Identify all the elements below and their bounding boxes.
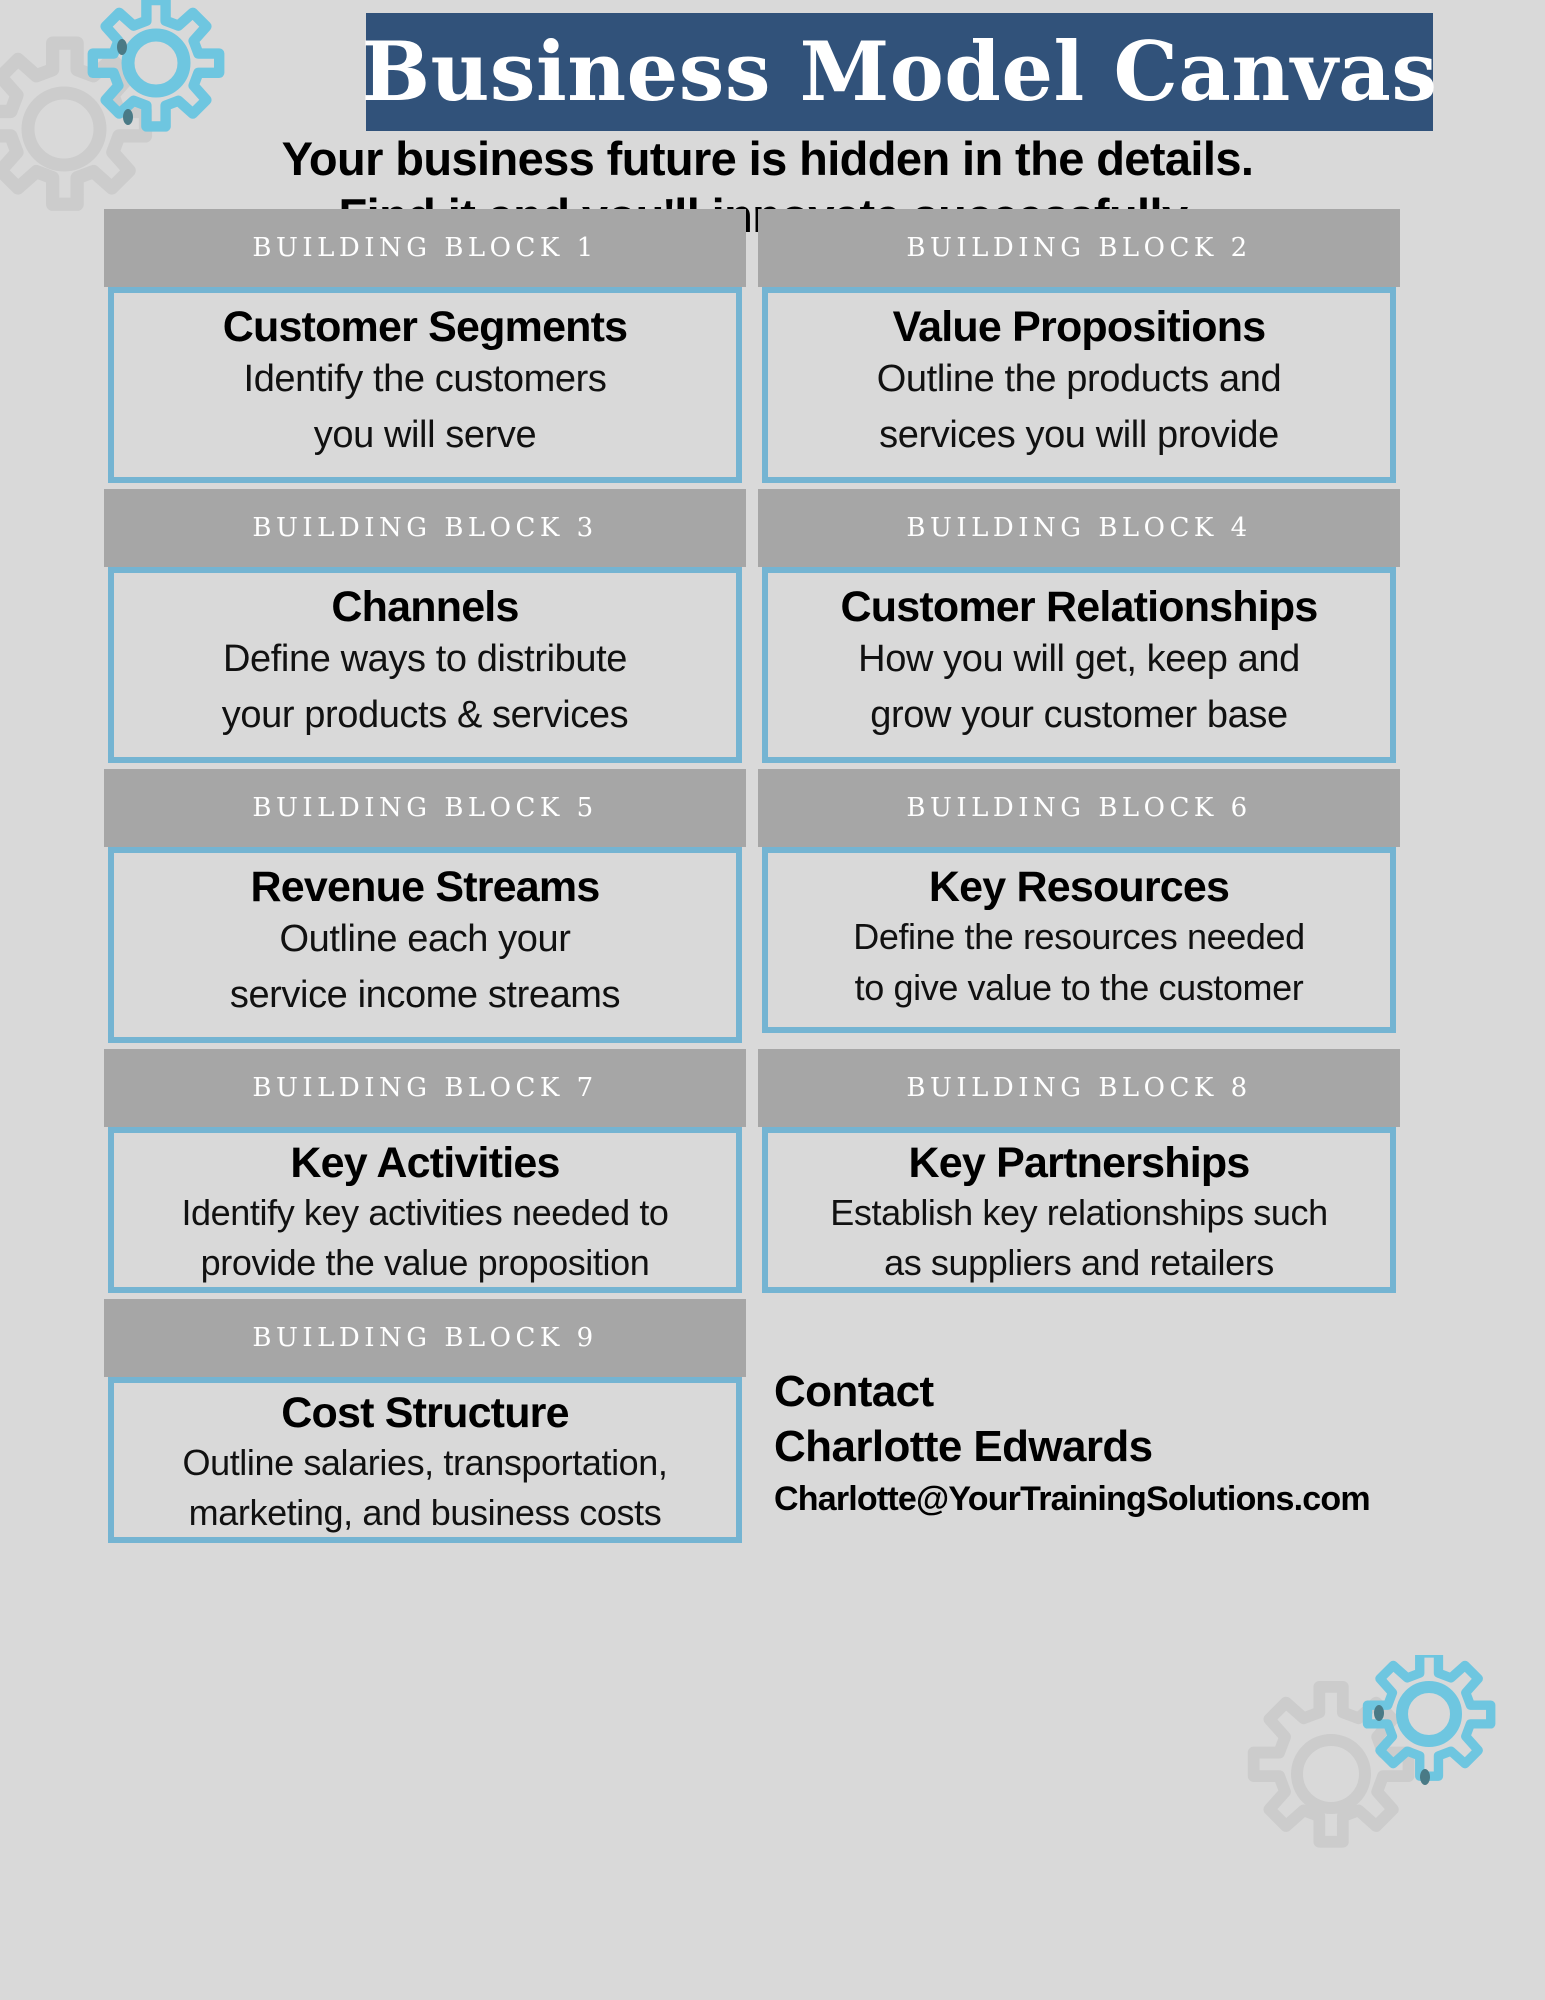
block-1-desc-line-2: you will serve — [313, 414, 537, 457]
block-6-desc-line-2: to give value to the customer — [854, 967, 1304, 1009]
business-model-canvas-grid: BUILDING BLOCK 1 Customer Segments Ident… — [104, 209, 1401, 1544]
block-2-header: BUILDING BLOCK 2 — [758, 209, 1400, 287]
block-2-body: Value Propositions Outline the products … — [762, 287, 1396, 484]
building-block-4[interactable]: BUILDING BLOCK 4 Customer Relationships … — [758, 489, 1400, 764]
building-block-2[interactable]: BUILDING BLOCK 2 Value Propositions Outl… — [758, 209, 1400, 484]
canvas-row-3: BUILDING BLOCK 5 Revenue Streams Outline… — [104, 769, 1401, 1044]
block-1-body: Customer Segments Identify the customers… — [108, 287, 742, 484]
block-4-title: Customer Relationships — [840, 583, 1319, 632]
block-3-desc-line-2: your products & services — [221, 694, 629, 737]
building-block-1[interactable]: BUILDING BLOCK 1 Customer Segments Ident… — [104, 209, 746, 484]
canvas-row-2: BUILDING BLOCK 3 Channels Define ways to… — [104, 489, 1401, 764]
block-3-eyebrow: BUILDING BLOCK 3 — [252, 513, 598, 544]
canvas-row-5: BUILDING BLOCK 9 Cost Structure Outline … — [104, 1299, 1401, 1544]
block-7-header: BUILDING BLOCK 7 — [104, 1049, 746, 1128]
block-9-body: Cost Structure Outline salaries, transpo… — [108, 1377, 742, 1544]
block-4-eyebrow: BUILDING BLOCK 4 — [906, 513, 1252, 544]
canvas-row-4: BUILDING BLOCK 7 Key Activities Identify… — [104, 1049, 1401, 1294]
block-2-title: Value Propositions — [892, 303, 1266, 351]
block-8-header: BUILDING BLOCK 8 — [758, 1049, 1400, 1128]
block-6-header: BUILDING BLOCK 6 — [758, 769, 1400, 848]
building-block-7[interactable]: BUILDING BLOCK 7 Key Activities Identify… — [104, 1049, 746, 1294]
block-1-header: BUILDING BLOCK 1 — [104, 209, 746, 287]
page-title-banner: Business Model Canvas — [362, 13, 1437, 131]
page-header: Business Model Canvas Your business futu… — [0, 0, 1545, 242]
block-6-desc-line-1: Define the resources needed — [853, 916, 1305, 958]
block-5-body: Revenue Streams Outline each your servic… — [108, 847, 742, 1044]
block-5-title: Revenue Streams — [250, 863, 601, 912]
subtitle-line-1: Your business future is hidden in the de… — [281, 132, 1254, 185]
block-1-desc-line-1: Identify the customers — [243, 358, 607, 401]
block-4-header: BUILDING BLOCK 4 — [758, 489, 1400, 568]
block-2-desc-line-2: services you will provide — [879, 414, 1279, 457]
block-9-desc-line-1: Outline salaries, transportation, — [182, 1442, 668, 1484]
block-6-title: Key Resources — [928, 863, 1230, 912]
block-5-desc-line-1: Outline each your — [279, 918, 571, 961]
block-4-desc-line-1: How you will get, keep and — [858, 638, 1300, 681]
block-1-title: Customer Segments — [222, 303, 628, 351]
block-4-body: Customer Relationships How you will get,… — [762, 567, 1396, 764]
block-8-desc-line-1: Establish key relationships such — [830, 1192, 1328, 1234]
block-8-eyebrow: BUILDING BLOCK 8 — [906, 1073, 1252, 1104]
contact-name: Charlotte Edwards — [774, 1421, 1153, 1471]
block-8-desc-line-2: as suppliers and retailers — [884, 1241, 1274, 1283]
building-block-9[interactable]: BUILDING BLOCK 9 Cost Structure Outline … — [104, 1299, 746, 1544]
block-3-desc-line-1: Define ways to distribute — [223, 638, 627, 681]
canvas-row-1: BUILDING BLOCK 1 Customer Segments Ident… — [104, 209, 1401, 484]
block-4-desc-line-2: grow your customer base — [870, 694, 1288, 737]
block-5-eyebrow: BUILDING BLOCK 5 — [252, 793, 598, 824]
block-5-header: BUILDING BLOCK 5 — [104, 769, 746, 848]
block-6-eyebrow: BUILDING BLOCK 6 — [906, 793, 1252, 824]
block-6-body: Key Resources Define the resources neede… — [762, 847, 1396, 1034]
contact-panel: Contact Charlotte Edwards Charlotte@Your… — [758, 1299, 1400, 1543]
block-5-desc-line-2: service income streams — [229, 974, 621, 1017]
block-7-title: Key Activities — [290, 1139, 560, 1188]
block-9-desc-line-2: marketing, and business costs — [188, 1491, 662, 1533]
block-2-desc-line-1: Outline the products and — [876, 358, 1282, 401]
block-8-title: Key Partnerships — [908, 1139, 1251, 1188]
building-block-3[interactable]: BUILDING BLOCK 3 Channels Define ways to… — [104, 489, 746, 764]
building-block-8[interactable]: BUILDING BLOCK 8 Key Partnerships Establ… — [758, 1049, 1400, 1294]
contact-email[interactable]: Charlotte@YourTrainingSolutions.com — [774, 1474, 1400, 1525]
block-8-body: Key Partnerships Establish key relations… — [762, 1127, 1396, 1294]
block-3-body: Channels Define ways to distribute your … — [108, 567, 742, 764]
building-block-6[interactable]: BUILDING BLOCK 6 Key Resources Define th… — [758, 769, 1400, 1043]
block-9-title: Cost Structure — [281, 1389, 569, 1438]
page-title: Business Model Canvas — [361, 24, 1438, 120]
block-7-desc-line-1: Identify key activities needed to — [181, 1192, 669, 1234]
block-3-header: BUILDING BLOCK 3 — [104, 489, 746, 568]
contact-heading: Contact — [774, 1367, 934, 1417]
block-7-desc-line-2: provide the value proposition — [200, 1241, 650, 1283]
block-2-eyebrow: BUILDING BLOCK 2 — [906, 233, 1252, 263]
block-3-title: Channels — [331, 583, 519, 632]
block-7-body: Key Activities Identify key activities n… — [108, 1127, 742, 1294]
gears-icon-bottom-right — [1240, 1648, 1530, 1870]
block-9-eyebrow: BUILDING BLOCK 9 — [252, 1323, 598, 1354]
block-1-eyebrow: BUILDING BLOCK 1 — [252, 233, 598, 263]
block-7-eyebrow: BUILDING BLOCK 7 — [252, 1073, 598, 1104]
block-9-header: BUILDING BLOCK 9 — [104, 1299, 746, 1378]
building-block-5[interactable]: BUILDING BLOCK 5 Revenue Streams Outline… — [104, 769, 746, 1044]
